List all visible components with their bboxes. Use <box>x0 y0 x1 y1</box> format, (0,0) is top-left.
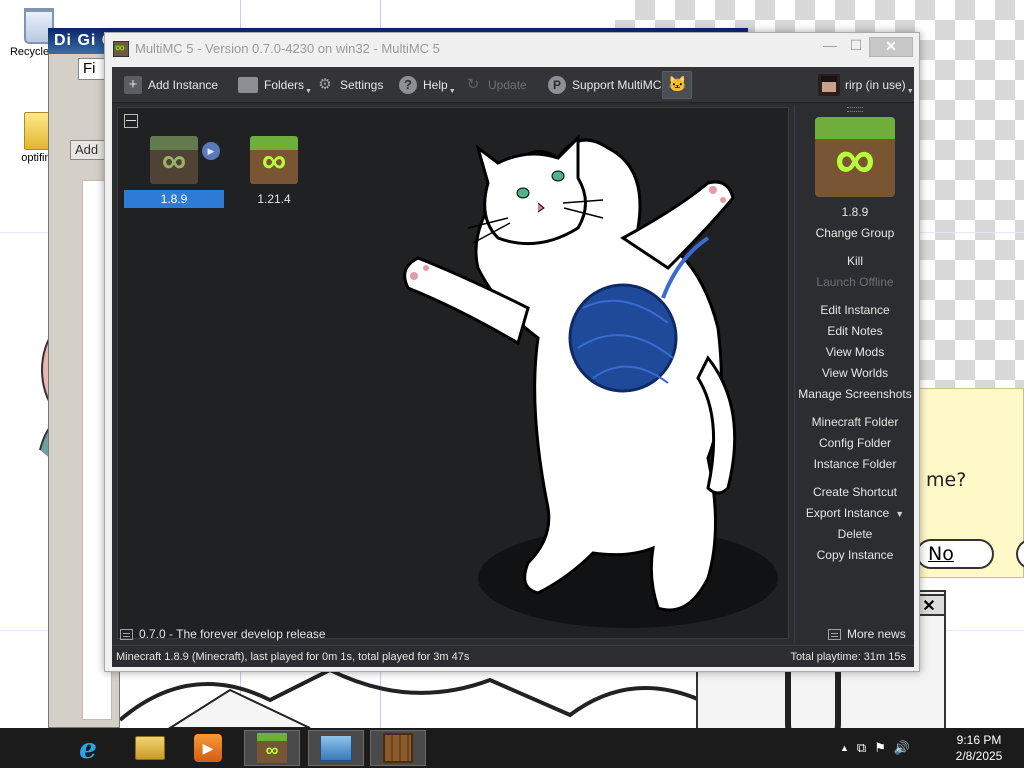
multimc-app-icon <box>113 39 129 57</box>
grass-block-icon: ∞ <box>150 136 198 184</box>
support-multimc-button[interactable]: P Support MultiMC <box>548 73 661 97</box>
instance-sidebar: ∞ 1.8.9 Change Group Kill Launch Offline… <box>794 105 914 643</box>
clock-time: 9:16 PM <box>956 733 1002 747</box>
taskbar-file-explorer[interactable] <box>122 730 178 766</box>
clock-date: 2/8/2025 <box>955 749 1003 763</box>
dropdown-arrow-icon: ▼ <box>448 87 456 95</box>
file-explorer-icon <box>135 736 165 760</box>
running-play-icon: ▶ <box>202 142 220 160</box>
multimc-icon: ∞ <box>257 733 287 763</box>
action-center-flag-icon[interactable]: ⚑ <box>874 740 886 756</box>
instance-tile-1.21.4[interactable]: ∞ 1.21.4 <box>224 136 324 208</box>
export-instance-button[interactable]: Export Instance ▼ <box>795 506 915 520</box>
help-menu-button[interactable]: ? Help ▼ <box>399 73 456 97</box>
remote-desktop-icon <box>320 735 352 761</box>
account-label: rirp (in use) <box>845 78 906 92</box>
window-titlebar[interactable]: MultiMC 5 - Version 0.7.0-4230 on win32 … <box>105 33 919 65</box>
media-player-icon: ▶ <box>194 734 222 762</box>
cat-icon: 🐱 <box>668 76 687 93</box>
export-instance-label: Export Instance <box>805 506 890 520</box>
support-label: Support MultiMC <box>572 78 662 92</box>
change-group-button[interactable]: Change Group <box>795 226 915 240</box>
add-instance-label: Add Instance <box>148 78 219 92</box>
window-content: + Add Instance Folders ▼ ⚙ Settings ? He… <box>112 67 914 667</box>
edit-notes-button[interactable]: Edit Notes <box>795 324 915 338</box>
background-dialog: me? No <box>915 388 1024 578</box>
system-tray: ▲ ⧉ ⚑ 🔊 <box>840 740 910 756</box>
taskbar-multimc[interactable]: ∞ <box>244 730 300 766</box>
kill-button[interactable]: Kill <box>795 254 915 268</box>
news-icon <box>120 628 133 640</box>
refresh-icon: ↻ <box>466 76 480 93</box>
more-news-label: More news <box>847 627 906 641</box>
status-bar: Minecraft 1.8.9 (Minecraft), last played… <box>112 645 914 667</box>
manage-screenshots-button[interactable]: Manage Screenshots <box>795 387 915 401</box>
main-toolbar: + Add Instance Folders ▼ ⚙ Settings ? He… <box>112 67 914 103</box>
toolbar-grip-handle[interactable] <box>847 107 863 112</box>
launch-offline-button[interactable]: Launch Offline <box>795 275 915 289</box>
update-label: Update <box>488 78 527 92</box>
cat-background-art <box>403 134 778 628</box>
update-button[interactable]: ↻ Update <box>464 73 527 97</box>
patreon-icon: P <box>548 76 566 94</box>
internet-explorer-icon: e <box>79 731 97 765</box>
settings-button[interactable]: ⚙ Settings <box>316 73 383 97</box>
crafting-table-icon <box>383 733 413 763</box>
instance-view[interactable]: ∞ 1.8.9 ▶ ∞ 1.21.4 <box>117 107 789 639</box>
account-menu-button[interactable]: rirp (in use) ▼ <box>818 73 914 97</box>
dialog-no-button[interactable]: No <box>916 539 994 569</box>
maximize-button[interactable]: ☐ <box>843 37 869 57</box>
instance-name: 1.21.4 <box>257 192 291 206</box>
selected-instance-name[interactable]: 1.8.9 <box>795 205 915 219</box>
dropdown-arrow-icon: ▼ <box>895 509 905 519</box>
folder-icon <box>238 77 258 93</box>
latest-news-button[interactable]: 0.7.0 - The forever develop release <box>120 627 326 641</box>
view-worlds-button[interactable]: View Worlds <box>795 366 915 380</box>
grass-block-icon: ∞ <box>250 136 298 184</box>
multimc-window: MultiMC 5 - Version 0.7.0-4230 on win32 … <box>104 32 920 672</box>
plus-icon: + <box>124 76 142 94</box>
news-icon <box>828 628 841 640</box>
network-icon[interactable]: ⧉ <box>857 740 866 756</box>
dropdown-arrow-icon: ▼ <box>906 87 914 95</box>
show-hidden-icons-button[interactable]: ▲ <box>840 743 849 753</box>
help-label: Help <box>423 78 448 92</box>
help-icon: ? <box>399 76 417 94</box>
latest-news-label: 0.7.0 - The forever develop release <box>139 627 326 641</box>
taskbar-media-player[interactable]: ▶ <box>180 730 236 766</box>
view-mods-button[interactable]: View Mods <box>795 345 915 359</box>
minecraft-folder-button[interactable]: Minecraft Folder <box>795 415 915 429</box>
taskbar-minecraft[interactable] <box>370 730 426 766</box>
account-avatar <box>818 74 840 96</box>
group-collapse-button[interactable] <box>124 114 138 128</box>
taskbar-remote-desktop[interactable] <box>308 730 364 766</box>
window-title: MultiMC 5 - Version 0.7.0-4230 on win32 … <box>135 41 440 56</box>
add-instance-button[interactable]: + Add Instance <box>124 73 218 97</box>
taskbar-internet-explorer[interactable]: e <box>60 730 116 766</box>
taskbar: e ▶ ∞ ▲ ⧉ ⚑ 🔊 9:16 PM 2/8/2025 <box>0 728 1024 768</box>
folders-label: Folders <box>264 78 305 92</box>
dialog-question-text: me? <box>926 469 967 491</box>
close-button[interactable]: ✕ <box>869 37 913 57</box>
dropdown-arrow-icon: ▼ <box>305 87 312 95</box>
instance-name: 1.8.9 <box>124 190 224 208</box>
volume-icon[interactable]: 🔊 <box>894 740 910 756</box>
total-playtime-text: Total playtime: 31m 15s <box>790 651 906 663</box>
more-news-button[interactable]: More news <box>828 627 906 641</box>
selected-instance-icon[interactable]: ∞ <box>815 117 895 197</box>
dialog-other-button[interactable] <box>1016 539 1024 569</box>
settings-label: Settings <box>340 78 384 92</box>
config-folder-button[interactable]: Config Folder <box>795 436 915 450</box>
taskbar-clock[interactable]: 9:16 PM 2/8/2025 <box>944 732 1014 764</box>
cat-toggle-button[interactable]: 🐱 <box>662 71 692 99</box>
create-shortcut-button[interactable]: Create Shortcut <box>795 485 915 499</box>
delete-button[interactable]: Delete <box>795 527 915 541</box>
instance-status-text: Minecraft 1.8.9 (Minecraft), last played… <box>116 651 470 663</box>
gear-icon: ⚙ <box>318 76 332 93</box>
edit-instance-button[interactable]: Edit Instance <box>795 303 915 317</box>
copy-instance-button[interactable]: Copy Instance <box>795 548 915 562</box>
instance-folder-button[interactable]: Instance Folder <box>795 457 915 471</box>
folders-menu-button[interactable]: Folders ▼ <box>238 73 312 97</box>
minimize-button[interactable]: — <box>817 37 843 57</box>
